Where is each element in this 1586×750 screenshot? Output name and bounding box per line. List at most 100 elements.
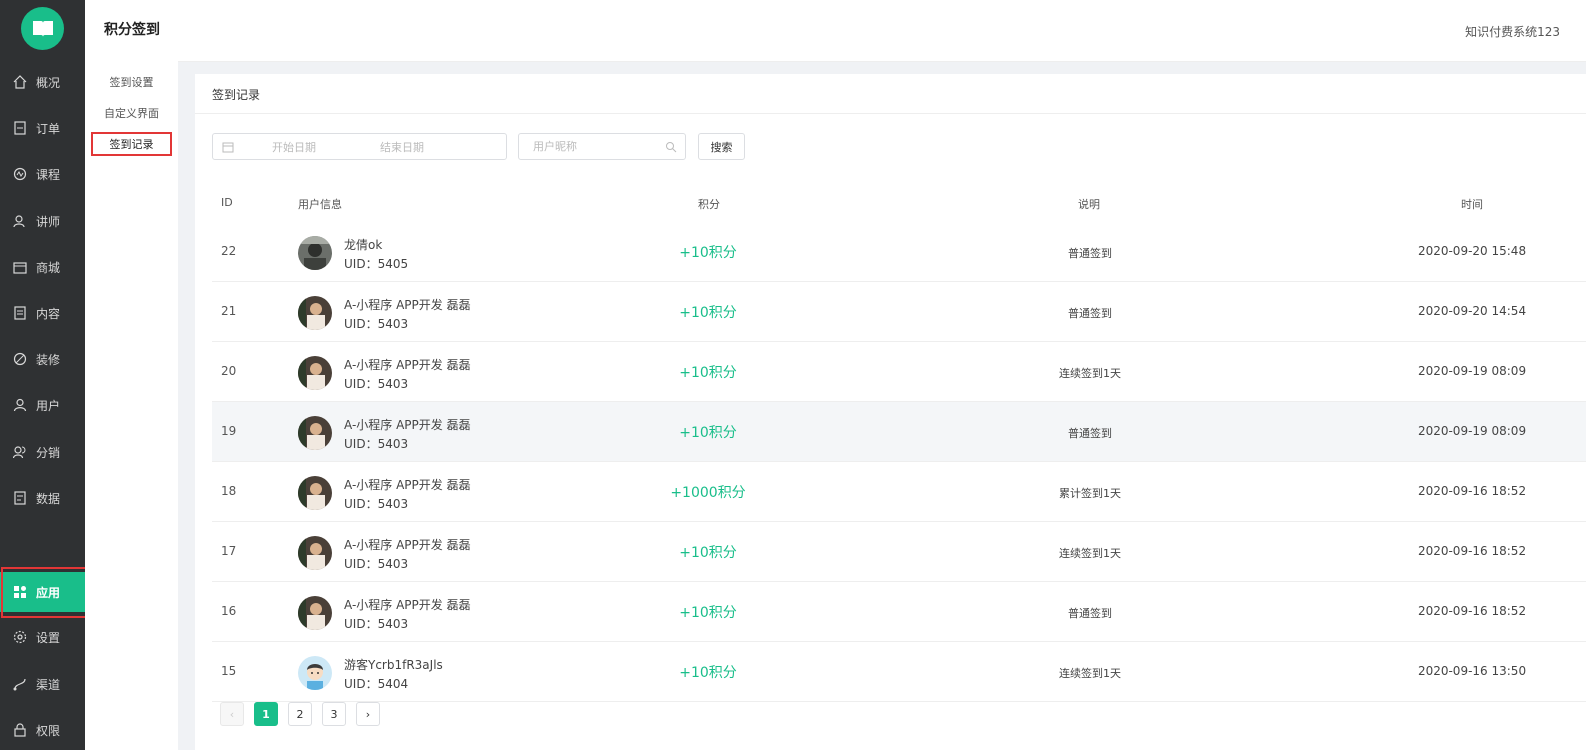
nav-item-user[interactable]: 用户	[0, 385, 85, 425]
points-value: +10积分	[679, 665, 737, 681]
lock-icon	[14, 723, 26, 737]
content-icon	[14, 306, 26, 320]
row-id: 19	[221, 424, 237, 438]
nav-item-label: 渠道	[36, 677, 61, 692]
subnav-title: 积分签到	[104, 22, 160, 38]
nav-item-label: 应用	[36, 585, 61, 600]
page-2-button[interactable]: 2	[288, 702, 312, 726]
nav-item-order[interactable]: 订单	[0, 108, 85, 148]
user-nickname: A-小程序 APP开发 磊磊	[344, 358, 471, 372]
nav-item-decorate[interactable]: 装修	[0, 339, 85, 379]
table-row[interactable]: 16 A-小程序 APP开发 磊磊 UID：5403 +10积分 普通签到 2020-09…	[212, 582, 1586, 642]
user-uid: UID：5404	[344, 677, 409, 691]
column-header-time: 时间	[1461, 198, 1483, 211]
description: 连续签到1天	[1059, 667, 1121, 680]
data-icon	[14, 491, 26, 505]
subnav-item-signin-records[interactable]: 签到记录	[93, 133, 170, 155]
nav-item-course[interactable]: 课程	[0, 154, 85, 194]
page-3-button[interactable]: 3	[322, 702, 346, 726]
description: 连续签到1天	[1059, 367, 1121, 380]
signin-time: 2020-09-16 18:52	[1417, 544, 1527, 558]
row-id: 22	[221, 244, 237, 258]
column-header-user: 用户信息	[298, 198, 342, 211]
nav-item-label: 内容	[36, 306, 61, 321]
row-id: 21	[221, 304, 237, 318]
next-page-button[interactable]: ›	[356, 702, 380, 726]
course-icon	[13, 167, 27, 181]
book-logo-icon[interactable]	[21, 7, 64, 50]
main-sidebar: 概况订单课程讲师商城内容装修用户分销数据应用设置渠道权限	[0, 0, 85, 750]
table-row[interactable]: 18 A-小程序 APP开发 磊磊 UID：5403 +1000积分 累计签到1天 202…	[212, 462, 1586, 522]
nav-item-store[interactable]: 商城	[0, 247, 85, 287]
signin-time: 2020-09-20 14:54	[1417, 304, 1527, 318]
search-button[interactable]: 搜索	[698, 133, 745, 160]
signin-time: 2020-09-16 13:50	[1417, 664, 1527, 678]
description: 普通签到	[1068, 247, 1112, 260]
system-name[interactable]: 知识付费系统123	[1465, 23, 1560, 40]
subnav-item-custom-ui[interactable]: 自定义界面	[93, 102, 170, 124]
column-header-points: 积分	[698, 198, 720, 211]
signin-time: 2020-09-16 18:52	[1417, 604, 1527, 618]
user-uid: UID：5405	[344, 257, 409, 271]
prev-page-button[interactable]: ‹	[220, 702, 244, 726]
points-value: +10积分	[679, 305, 737, 321]
nav-item-data[interactable]: 数据	[0, 478, 85, 518]
table-row[interactable]: 19 A-小程序 APP开发 磊磊 UID：5403 +10积分 普通签到 2020-09…	[212, 402, 1586, 462]
table-row[interactable]: 15 游客Ycrb1fR3aJls UID：5404 +10积分 连续签到1天 2020-…	[212, 642, 1586, 702]
nav-item-home[interactable]: 概况	[0, 62, 85, 102]
store-icon	[13, 262, 27, 274]
nav-item-label: 数据	[36, 491, 61, 506]
description: 连续签到1天	[1059, 547, 1121, 560]
decorate-icon	[13, 352, 27, 366]
nav-item-channel[interactable]: 渠道	[0, 664, 85, 704]
nav-item-settings[interactable]: 设置	[0, 617, 85, 657]
description: 累计签到1天	[1059, 487, 1121, 500]
row-id: 16	[221, 604, 237, 618]
card-title: 签到记录	[212, 88, 261, 102]
search-icon[interactable]	[665, 141, 677, 153]
nav-item-lock[interactable]: 权限	[0, 710, 85, 750]
nav-item-teacher[interactable]: 讲师	[0, 201, 85, 241]
avatar	[298, 236, 332, 270]
avatar	[298, 536, 332, 570]
description: 普通签到	[1068, 607, 1112, 620]
nav-item-label: 订单	[36, 121, 61, 136]
user-uid: UID：5403	[344, 437, 409, 451]
order-icon	[14, 121, 26, 135]
divider	[195, 113, 1586, 114]
user-nickname: A-小程序 APP开发 磊磊	[344, 298, 471, 312]
row-id: 17	[221, 544, 237, 558]
user-uid: UID：5403	[344, 497, 409, 511]
signin-time: 2020-09-19 08:09	[1417, 364, 1527, 378]
nav-item-apps[interactable]: 应用	[0, 572, 85, 612]
avatar	[298, 356, 332, 390]
nav-item-content[interactable]: 内容	[0, 293, 85, 333]
row-id: 15	[221, 664, 237, 678]
table-row[interactable]: 22 龙倩ok UID：5405 +10积分 普通签到 2020-09-20 15:48	[212, 222, 1586, 282]
nav-item-label: 用户	[36, 398, 61, 413]
table-row[interactable]: 21 A-小程序 APP开发 磊磊 UID：5403 +10积分 普通签到 2020-09…	[212, 282, 1586, 342]
description: 普通签到	[1068, 307, 1112, 320]
row-id: 20	[221, 364, 237, 378]
table-header: ID 用户信息 积分 说明 时间	[212, 186, 1586, 218]
date-range-picker[interactable]: 开始日期 结束日期	[212, 133, 507, 160]
nav-item-label: 分销	[36, 445, 61, 460]
user-icon	[13, 398, 27, 412]
points-value: +10积分	[679, 365, 737, 381]
apps-icon	[14, 586, 26, 598]
page-1-button[interactable]: 1	[254, 702, 278, 726]
avatar	[298, 476, 332, 510]
start-date-placeholder[interactable]: 开始日期	[272, 139, 316, 155]
avatar	[298, 656, 332, 690]
end-date-placeholder[interactable]: 结束日期	[380, 139, 424, 155]
table-row[interactable]: 17 A-小程序 APP开发 磊磊 UID：5403 +10积分 连续签到1天 2020-…	[212, 522, 1586, 582]
points-value: +10积分	[679, 425, 737, 441]
points-value: +1000积分	[670, 485, 746, 501]
user-nickname: A-小程序 APP开发 磊磊	[344, 598, 471, 612]
nav-item-distribution[interactable]: 分销	[0, 432, 85, 472]
nickname-input[interactable]	[533, 140, 663, 153]
nickname-search-field[interactable]	[518, 133, 686, 160]
table-row[interactable]: 20 A-小程序 APP开发 磊磊 UID：5403 +10积分 连续签到1天 2020-…	[212, 342, 1586, 402]
subnav-item-signin-settings[interactable]: 签到设置	[93, 71, 170, 93]
points-value: +10积分	[679, 545, 737, 561]
